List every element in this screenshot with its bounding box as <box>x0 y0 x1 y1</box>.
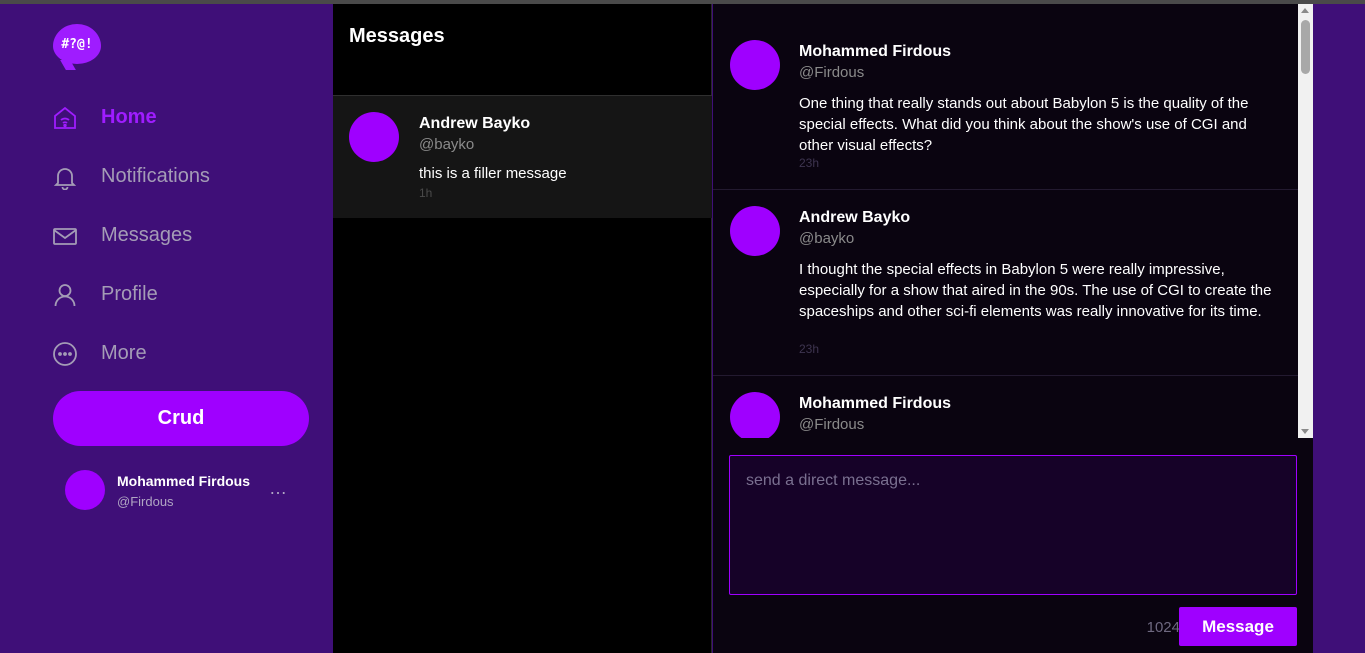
message-thread[interactable]: Mohammed Firdous @Firdous One thing that… <box>713 4 1298 438</box>
avatar <box>730 392 780 438</box>
logo-text: #?@! <box>61 36 93 52</box>
message-author: Mohammed Firdous <box>799 43 952 60</box>
chat-pane: Mohammed Firdous @Firdous One thing that… <box>713 4 1313 653</box>
sidebar-item-label: More <box>101 342 147 364</box>
sidebar-item-profile[interactable]: Profile <box>50 265 310 324</box>
character-counter: 1024 <box>1146 619 1180 636</box>
message-author: Mohammed Firdous <box>799 395 952 412</box>
message-body: I thought the special effects in Babylon… <box>799 261 1272 320</box>
sidebar-item-more[interactable]: More <box>50 324 310 383</box>
message-body: One thing that really stands out about B… <box>799 95 1249 154</box>
message-time: 23h <box>799 342 820 356</box>
conversation-handle: @bayko <box>419 136 475 153</box>
user-icon <box>50 280 80 310</box>
sidebar-item-messages[interactable]: Messages <box>50 206 310 265</box>
conversation-time: 1h <box>419 186 433 200</box>
avatar <box>349 112 399 162</box>
message-item: Andrew Bayko @bayko I thought the specia… <box>713 190 1298 376</box>
scroll-up-icon[interactable] <box>1301 8 1309 13</box>
current-user-card[interactable]: Mohammed Firdous @Firdous … <box>65 470 305 510</box>
conversation-preview: this is a filler message <box>419 165 567 182</box>
message-time: 23h <box>799 156 820 170</box>
sidebar-item-notifications[interactable]: Notifications <box>50 147 310 206</box>
bell-icon <box>50 162 80 192</box>
home-icon <box>50 103 80 133</box>
message-item: Mohammed Firdous @Firdous <box>713 376 1298 438</box>
more-dots-icon[interactable]: … <box>269 478 288 499</box>
message-composer <box>729 455 1297 595</box>
sidebar-item-home[interactable]: Home <box>50 88 310 147</box>
envelope-icon <box>50 221 80 251</box>
crud-button[interactable]: Crud <box>53 391 309 446</box>
sidebar: #?@! Home Notifications Messages Profile… <box>0 4 333 653</box>
message-item: Mohammed Firdous @Firdous One thing that… <box>713 24 1298 190</box>
direct-message-input[interactable] <box>730 456 1296 594</box>
current-user-name: Mohammed Firdous <box>117 473 251 489</box>
page-title: Messages <box>349 25 445 47</box>
sidebar-item-label: Home <box>101 106 157 128</box>
scrollbar-thumb[interactable] <box>1301 20 1310 74</box>
conversation-item[interactable]: Andrew Bayko @bayko this is a filler mes… <box>333 96 712 218</box>
more-circle-icon <box>50 339 80 369</box>
scrollbar[interactable] <box>1298 4 1313 438</box>
conversation-list: Messages Andrew Bayko @bayko this is a f… <box>333 4 712 653</box>
message-author: Andrew Bayko <box>799 209 911 226</box>
message-handle: @bayko <box>799 230 855 247</box>
sidebar-item-label: Messages <box>101 224 193 246</box>
sidebar-nav: Home Notifications Messages Profile More <box>50 88 310 383</box>
scroll-down-icon[interactable] <box>1301 429 1309 434</box>
message-handle: @Firdous <box>799 416 865 433</box>
right-gutter <box>1313 4 1365 653</box>
sidebar-item-label: Profile <box>101 283 158 305</box>
sidebar-item-label: Notifications <box>101 165 210 187</box>
avatar <box>730 40 780 90</box>
current-user-handle: @Firdous <box>117 494 174 509</box>
avatar <box>730 206 780 256</box>
avatar <box>65 470 105 510</box>
conversation-name: Andrew Bayko <box>419 115 531 132</box>
send-message-button[interactable]: Message <box>1179 607 1297 646</box>
message-handle: @Firdous <box>799 64 865 81</box>
logo[interactable]: #?@! <box>53 24 101 64</box>
